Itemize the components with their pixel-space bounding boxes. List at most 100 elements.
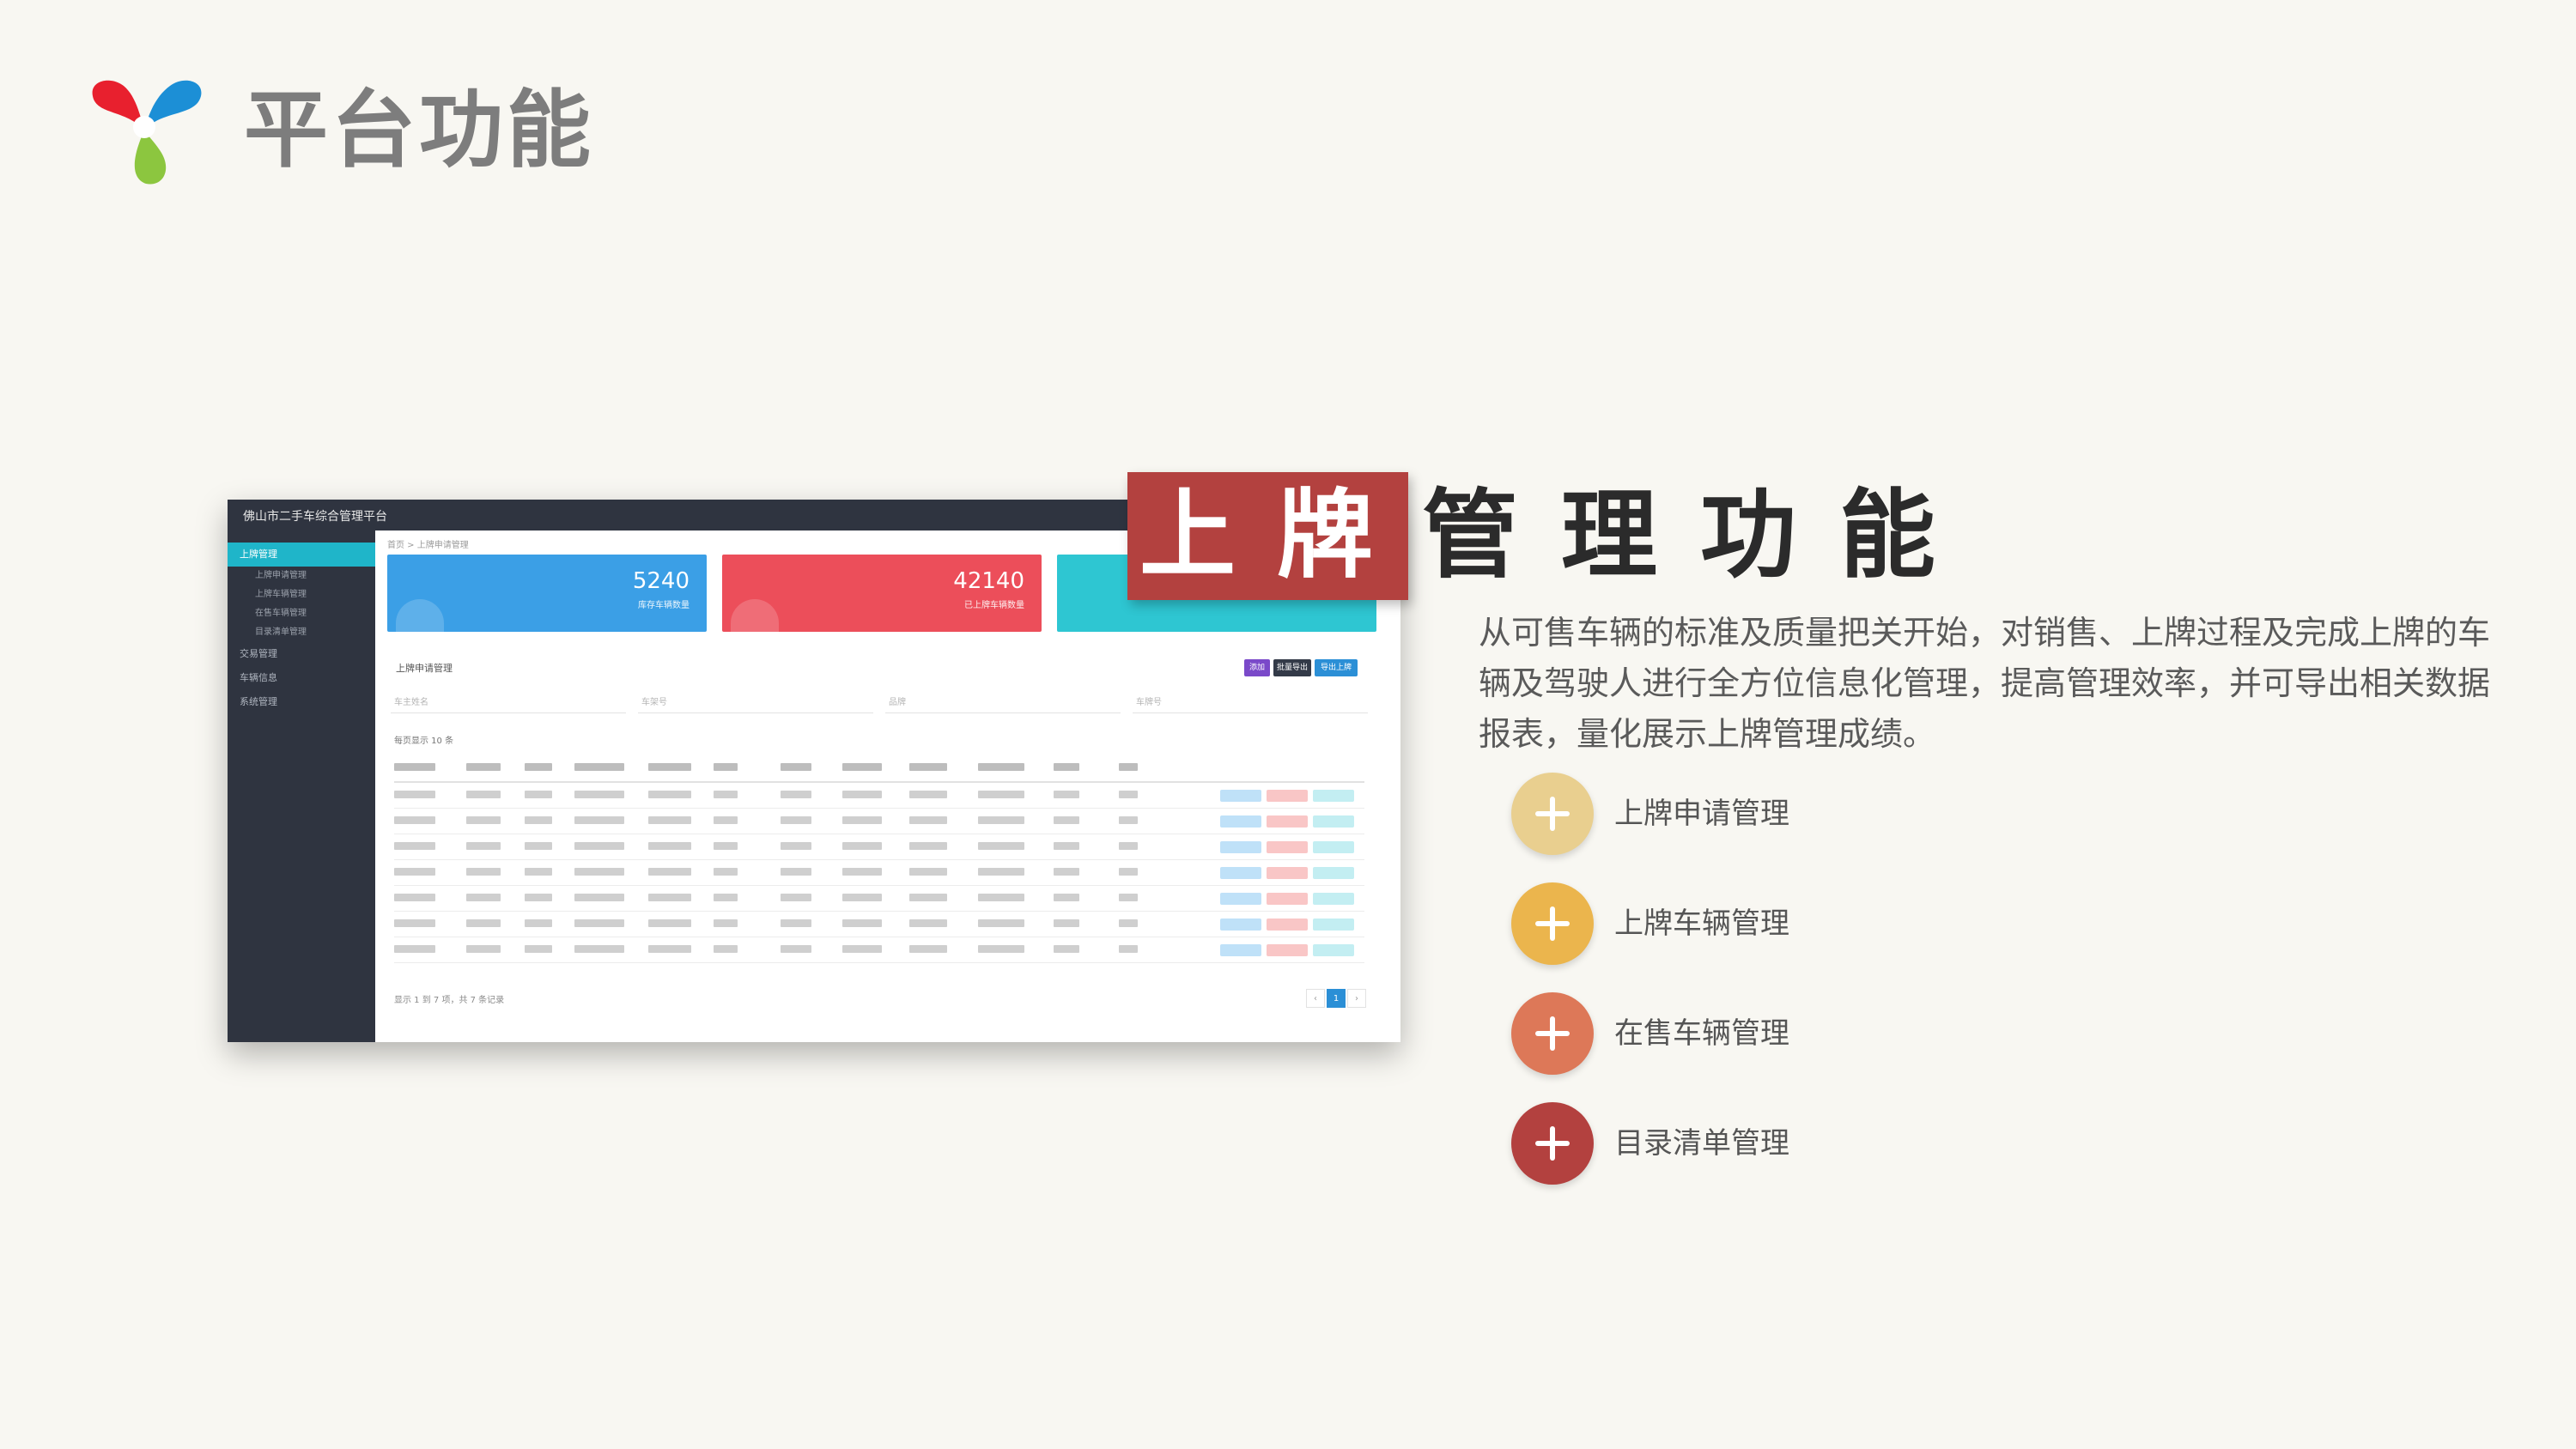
screenshot-row-action-button <box>1267 867 1308 879</box>
screenshot-row-action-button <box>1313 841 1354 853</box>
screenshot-table-cell <box>1119 816 1138 824</box>
screenshot-table-cell <box>574 868 624 876</box>
feature-item: 上牌车辆管理 <box>1511 882 2026 965</box>
screenshot-table-cell <box>648 842 691 850</box>
screenshot-table-cell <box>394 842 435 850</box>
screenshot-table-cell <box>1054 763 1079 771</box>
feature-item: 在售车辆管理 <box>1511 992 2026 1075</box>
screenshot-page-next: › <box>1347 989 1366 1008</box>
screenshot-table-cell <box>648 868 691 876</box>
screenshot-table-cell <box>648 894 691 901</box>
plus-icon <box>1511 773 1594 855</box>
screenshot-table-cell <box>978 894 1024 901</box>
screenshot-table-cell <box>574 919 624 927</box>
screenshot-table-cell <box>466 894 501 901</box>
screenshot-table-cell <box>574 842 624 850</box>
logo-icon <box>92 80 202 185</box>
screenshot-table-cell <box>574 816 624 824</box>
screenshot-filter-owner: 车主姓名 <box>391 694 626 713</box>
screenshot-menu-item: 上牌车辆管理 <box>255 590 307 599</box>
screenshot-table-cell <box>909 945 947 953</box>
screenshot-table-cell <box>781 816 811 824</box>
screenshot-table-cell <box>1054 868 1079 876</box>
screenshot-row-action-button <box>1267 815 1308 828</box>
feature-item: 目录清单管理 <box>1511 1102 2026 1185</box>
screenshot-app-title: 佛山市二手车综合管理平台 <box>243 510 387 524</box>
screenshot-table-cell <box>714 763 738 771</box>
screenshot-table-cell <box>781 919 811 927</box>
screenshot-table-cell <box>394 868 435 876</box>
heading-highlight-box: 上牌 <box>1127 472 1408 600</box>
screenshot-page-prev: ‹ <box>1306 989 1325 1008</box>
chart-decoration-icon <box>396 599 444 632</box>
screenshot-table-cell <box>466 816 501 824</box>
screenshot-table-cell <box>842 763 882 771</box>
plus-icon <box>1511 1102 1594 1185</box>
screenshot-table-row <box>394 834 1364 860</box>
screenshot-table-cell <box>714 894 738 901</box>
screenshot-table-row <box>394 912 1364 937</box>
screenshot-table-cell <box>781 894 811 901</box>
screenshot-table-cell <box>909 919 947 927</box>
screenshot-table-cell <box>394 919 435 927</box>
screenshot-row-action-button <box>1220 867 1261 879</box>
screenshot-table-cell <box>714 868 738 876</box>
feature-label: 上牌申请管理 <box>1614 797 1789 831</box>
screenshot-footer: 显示 1 到 7 项，共 7 条记录 <box>394 996 505 1005</box>
screenshot-table-cell <box>525 945 552 953</box>
screenshot-row-action-button <box>1313 944 1354 956</box>
screenshot-row-action-button <box>1313 919 1354 931</box>
screenshot-stat-value: 42140 <box>953 568 1024 594</box>
screenshot-table-cell <box>978 868 1024 876</box>
screenshot-row-action-button <box>1313 893 1354 905</box>
screenshot-table-cell <box>909 868 947 876</box>
screenshot-table-cell <box>466 791 501 798</box>
screenshot-menu-item: 上牌管理 <box>228 543 375 567</box>
screenshot-table-cell <box>1119 945 1138 953</box>
screenshot-table-cell <box>842 868 882 876</box>
screenshot-table-cell <box>574 763 624 771</box>
feature-label: 上牌车辆管理 <box>1614 906 1789 941</box>
screenshot-table-cell <box>781 842 811 850</box>
screenshot-filter-brand: 品牌 <box>885 694 1121 713</box>
screenshot-stat-card: 42140 已上牌车辆数量 <box>722 555 1042 632</box>
screenshot-table-cell <box>525 894 552 901</box>
screenshot-table-cell <box>1119 842 1138 850</box>
screenshot-table-cell <box>978 763 1024 771</box>
screenshot-table-row <box>394 783 1364 809</box>
screenshot-table-cell <box>1119 763 1138 771</box>
screenshot-row-action-button <box>1220 944 1261 956</box>
screenshot-stat-label: 库存车辆数量 <box>638 601 690 610</box>
screenshot-table-cell <box>1054 816 1079 824</box>
screenshot-table-cell <box>525 868 552 876</box>
screenshot-table-cell <box>394 763 435 771</box>
screenshot-table-cell <box>1054 791 1079 798</box>
screenshot-table-cell <box>978 919 1024 927</box>
screenshot-page-size: 每页显示 10 条 <box>394 737 454 746</box>
screenshot-table-cell <box>842 945 882 953</box>
screenshot-table-cell <box>978 791 1024 798</box>
screenshot-table-row <box>394 809 1364 834</box>
screenshot-page-current: 1 <box>1327 989 1346 1008</box>
screenshot-table-cell <box>1054 894 1079 901</box>
screenshot-table-cell <box>978 816 1024 824</box>
screenshot-table-cell <box>714 919 738 927</box>
screenshot-row-action-button <box>1267 790 1308 802</box>
chart-decoration-icon <box>731 599 779 632</box>
page-title: 平台功能 <box>244 82 595 179</box>
screenshot-sidebar: 上牌管理 上牌申请管理 上牌车辆管理 在售车辆管理 目录清单管理 交易管理 车辆… <box>228 530 375 1042</box>
heading-highlight: 上牌 <box>1139 480 1414 591</box>
screenshot-table-cell <box>714 791 738 798</box>
screenshot-stat-value: 5240 <box>632 568 690 594</box>
screenshot-table-cell <box>648 791 691 798</box>
screenshot-table-cell <box>525 816 552 824</box>
screenshot-table-row <box>394 937 1364 963</box>
screenshot-table-cell <box>394 816 435 824</box>
screenshot-table-cell <box>781 868 811 876</box>
screenshot-row-action-button <box>1267 944 1308 956</box>
screenshot-row-action-button <box>1220 919 1261 931</box>
screenshot-table-cell <box>525 791 552 798</box>
screenshot-table-cell <box>394 945 435 953</box>
screenshot-section-title: 上牌申请管理 <box>396 663 453 674</box>
screenshot-row-action-button <box>1267 893 1308 905</box>
